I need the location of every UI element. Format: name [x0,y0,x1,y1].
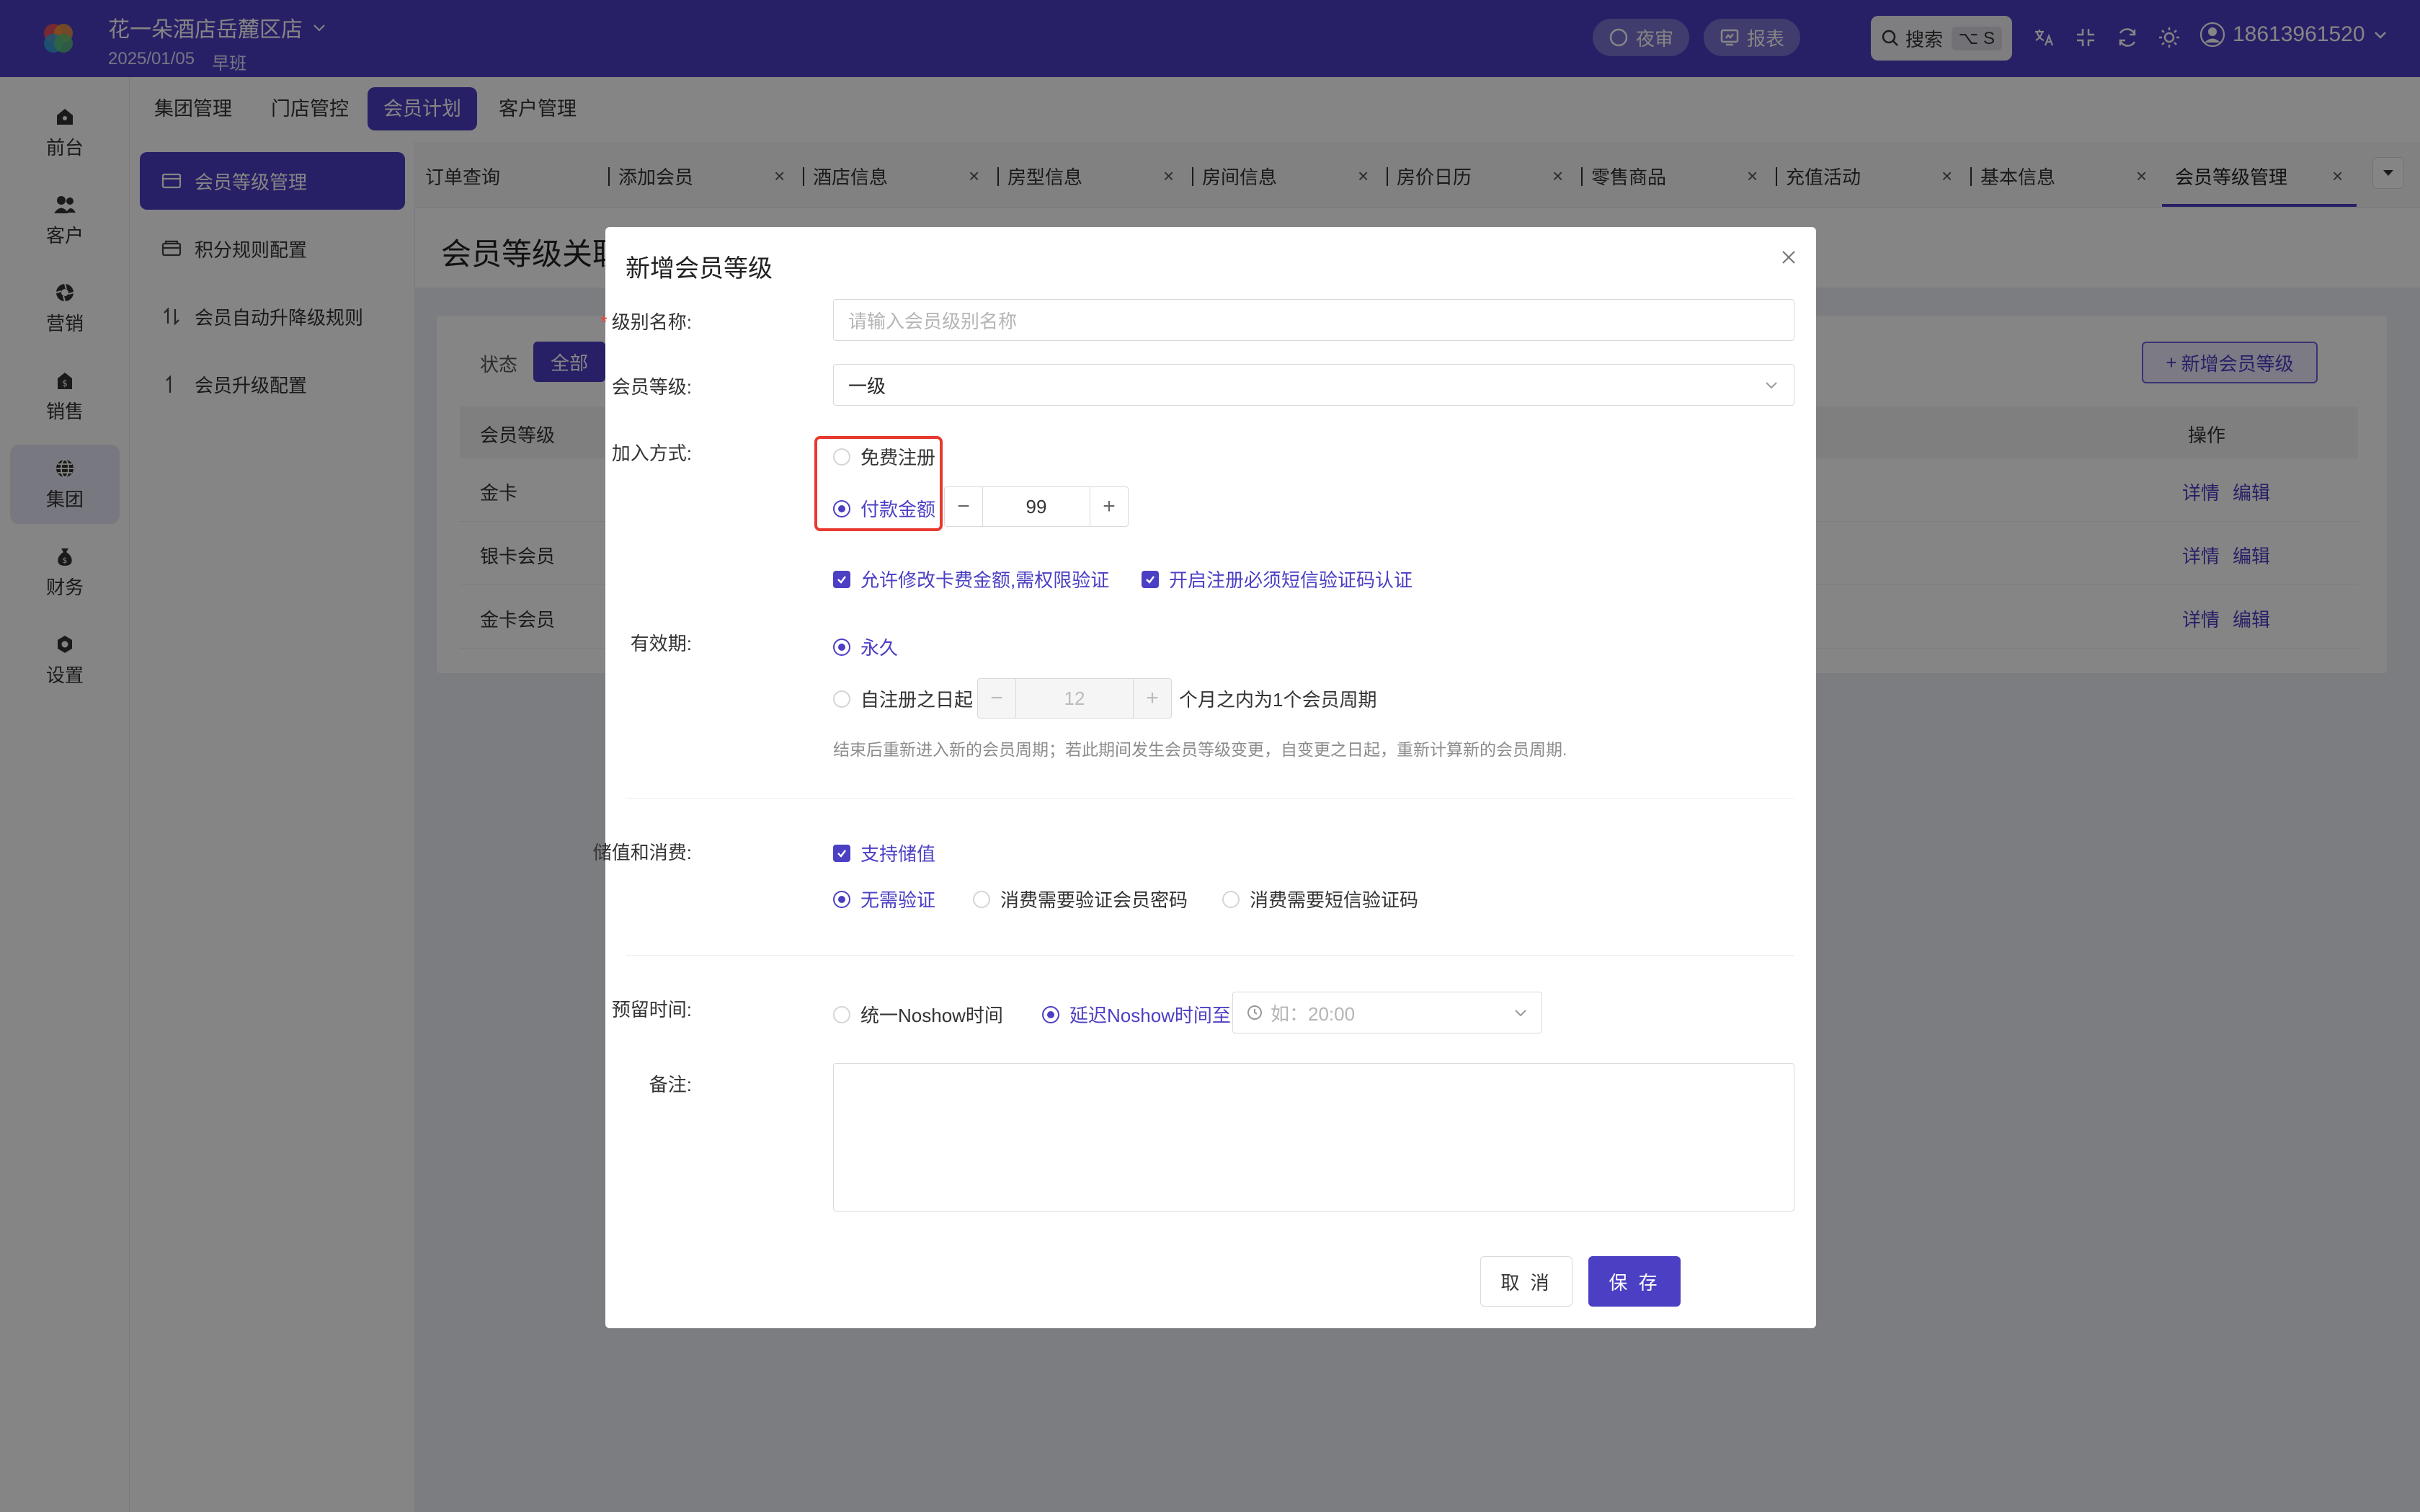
join-free-radio[interactable]: 免费注册 [833,443,935,470]
join-paid-radio[interactable]: 付款金额 [833,495,935,522]
level-name-input[interactable]: 请输入会员级别名称 [833,299,1794,341]
join-method-label: 加入方式: [611,443,692,464]
verify-sms-radio[interactable]: 消费需要短信验证码 [1222,886,1418,912]
radio-dot [1222,890,1240,908]
verify-password-radio[interactable]: 消费需要验证会员密码 [973,886,1188,912]
validity-months-stepper[interactable]: − 12 + [977,678,1172,719]
checkbox-checked-icon [833,844,850,862]
noshow-time-picker[interactable]: 如：20:00 [1232,992,1542,1033]
section-divider [626,955,1794,956]
validity-hint: 结束后重新进入新的会员周期；若此期间发生会员等级变更，自变更之日起，重新计算新的… [833,740,1567,759]
plus-icon[interactable]: + [1090,487,1128,526]
member-level-select[interactable]: 一级 [833,364,1794,406]
radio-dot [833,448,850,466]
section-divider [626,798,1794,799]
sms-required-checkbox[interactable]: 开启注册必须短信验证码认证 [1142,566,1413,592]
remark-label: 备注: [649,1074,692,1095]
verify-none-label: 无需验证 [860,889,936,911]
dialog-title: 新增会员等级 [626,255,773,283]
member-level-label: 会员等级: [611,376,692,398]
verify-password-label: 消费需要验证会员密码 [1000,889,1188,911]
allow-modify-fee-checkbox[interactable]: 允许修改卡费金额,需权限验证 [833,566,1109,592]
minus-icon[interactable]: − [978,679,1015,718]
validity-forever-label: 永久 [860,637,899,659]
stored-value-label: 储值和消费: [592,842,692,863]
allow-modify-fee-label: 允许修改卡费金额,需权限验证 [860,569,1110,591]
checkbox-checked-icon [833,570,850,588]
save-button[interactable]: 保 存 [1588,1256,1681,1307]
support-stored-value-checkbox[interactable]: 支持储值 [833,840,935,866]
validity-label: 有效期: [630,633,692,654]
radio-dot [833,499,850,517]
radio-dot [833,890,850,908]
radio-dot [833,690,850,708]
minus-icon[interactable]: − [945,487,982,526]
reserve-uniform-radio[interactable]: 统一Noshow时间 [833,1001,1003,1028]
radio-dot [1042,1005,1059,1023]
validity-suffix: 个月之内为1个会员周期 [1179,685,1376,712]
chevron-down-icon [1766,382,1777,389]
validity-suffix-label: 个月之内为1个会员周期 [1179,689,1377,711]
verify-sms-label: 消费需要短信验证码 [1250,889,1419,911]
cancel-button[interactable]: 取 消 [1480,1256,1572,1307]
close-icon[interactable] [1774,243,1803,272]
validity-forever-radio[interactable]: 永久 [833,633,898,660]
clock-icon [1247,1005,1262,1020]
paid-amount-stepper[interactable]: − 99 + [944,486,1129,527]
add-member-level-dialog: 新增会员等级 级别名称: 请输入会员级别名称 会员等级: 一级 加入方式: 免费… [593,227,1816,1328]
radio-dot [973,890,990,908]
remark-textarea[interactable] [833,1063,1794,1211]
radio-dot [833,638,850,656]
reserve-time-label: 预留时间: [611,999,692,1020]
validity-from-registration-label: 自注册之日起 [860,689,974,711]
paid-amount-value[interactable]: 99 [982,487,1090,526]
support-stored-value-label: 支持储值 [860,843,936,865]
join-free-label: 免费注册 [860,447,936,468]
sms-required-label: 开启注册必须短信验证码认证 [1169,569,1413,591]
verify-none-radio[interactable]: 无需验证 [833,886,935,912]
radio-dot [833,1005,850,1023]
level-name-placeholder: 请输入会员级别名称 [848,310,1018,332]
join-paid-label: 付款金额 [860,499,936,520]
checkbox-checked-icon [1142,570,1159,588]
plus-icon[interactable]: + [1134,679,1171,718]
reserve-delay-label: 延迟Noshow时间至 [1069,1005,1231,1026]
validity-months-value[interactable]: 12 [1015,679,1134,718]
validity-from-registration-radio[interactable]: 自注册之日起 [833,685,973,712]
reserve-delay-radio[interactable]: 延迟Noshow时间至 [1042,1001,1231,1028]
member-level-value: 一级 [848,375,886,397]
noshow-time-placeholder: 如：20:00 [1271,1002,1356,1025]
reserve-uniform-label: 统一Noshow时间 [860,1005,1003,1026]
level-name-label: 级别名称: [600,308,692,334]
chevron-down-icon [1515,1010,1526,1017]
